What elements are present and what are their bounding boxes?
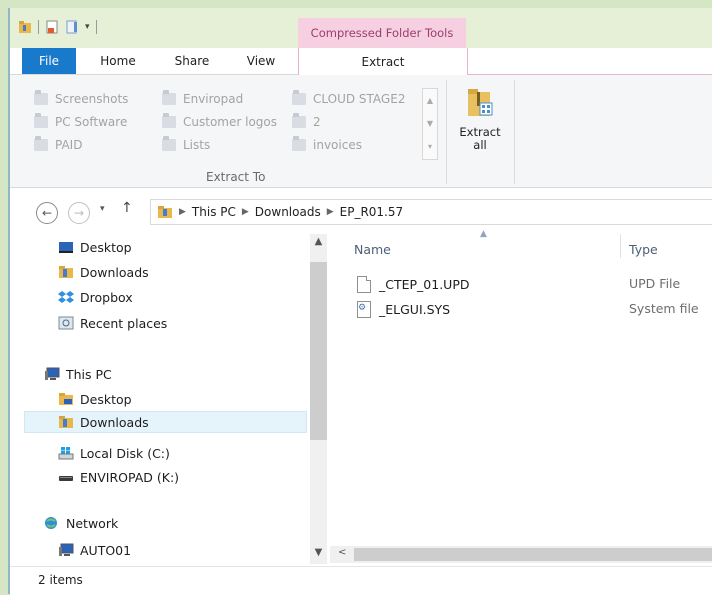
breadcrumb-chevron-icon[interactable]: ▶ (242, 207, 249, 217)
breadcrumb-chevron-icon[interactable]: ▶ (179, 207, 186, 217)
nav-item-network[interactable]: Network (44, 512, 118, 534)
destination-paid[interactable]: PAID (34, 136, 162, 154)
desktop-icon (59, 242, 73, 253)
tab-extract[interactable]: Extract (298, 48, 468, 75)
destinations-scroll[interactable]: ▲ ▼ ▾ (422, 88, 438, 160)
breadcrumb-this-pc[interactable]: This PC (192, 205, 236, 219)
customize-toolbar-dropdown-icon[interactable]: ▾ (85, 22, 90, 32)
nav-item-desktop-pc[interactable]: Desktop (58, 388, 132, 410)
folder-icon (34, 136, 48, 151)
folder-icon (162, 90, 176, 105)
arrow-left-icon: ← (41, 206, 53, 220)
nav-item-downloads-quick[interactable]: Downloads (58, 261, 149, 283)
folder-icon (162, 113, 176, 128)
file-name: _ELGUI.SYS (379, 302, 451, 317)
destination-pc-software[interactable]: PC Software (34, 113, 162, 131)
nav-item-downloads-pc[interactable]: Downloads (24, 411, 307, 433)
destination-cloud-stage2[interactable]: CLOUD STAGE2 (292, 90, 414, 108)
tab-file[interactable]: File (22, 48, 76, 74)
zip-folder-icon (468, 89, 493, 116)
dropbox-icon (58, 291, 74, 303)
folder-icon (34, 90, 48, 105)
scroll-left-arrow-icon[interactable]: < (338, 547, 346, 558)
destination-enviropad[interactable]: Enviropad (162, 90, 292, 108)
scroll-down-arrow-icon[interactable]: ▼ (310, 547, 327, 558)
quick-access-toolbar: ▾ (18, 20, 97, 34)
ribbon-group-separator (514, 80, 515, 184)
file-type: System file (629, 301, 699, 316)
recent-places-icon (58, 316, 74, 330)
new-folder-icon[interactable] (65, 20, 79, 34)
compressed-folder-tools-label: Compressed Folder Tools (298, 18, 466, 48)
column-header-name[interactable]: Name (354, 242, 391, 257)
extract-to-destinations: Screenshots Enviropad CLOUD STAGE2 PC So… (34, 90, 414, 154)
system-file-icon (357, 301, 371, 318)
nav-pane-scroll-thumb[interactable] (310, 262, 327, 440)
scroll-up-arrow-icon[interactable]: ▲ (310, 236, 327, 247)
tab-view[interactable]: View (230, 48, 292, 74)
extract-to-group-label: Extract To (206, 170, 266, 184)
file-row[interactable]: _ELGUI.SYS (357, 301, 450, 318)
file-row[interactable]: _CTEP_01.UPD (357, 276, 470, 293)
item-count: 2 items (38, 573, 83, 587)
nav-item-auto01[interactable]: AUTO01 (58, 539, 131, 561)
address-bar[interactable]: ▶ This PC ▶ Downloads ▶ EP_R01.57 (150, 199, 712, 225)
destination-invoices[interactable]: invoices (292, 136, 414, 154)
tab-home[interactable]: Home (82, 48, 154, 74)
horizontal-scroll-thumb[interactable] (354, 548, 712, 561)
nav-item-enviropad-k[interactable]: ENVIROPAD (K:) (58, 466, 179, 488)
network-icon (45, 517, 57, 529)
nav-item-recent-places[interactable]: Recent places (58, 312, 167, 334)
toolbar-separator (38, 20, 39, 34)
sort-ascending-icon: ▲ (480, 229, 487, 239)
desktop-folder-icon (59, 393, 73, 405)
downloads-folder-icon (158, 206, 172, 218)
destination-screenshots[interactable]: Screenshots (34, 90, 162, 108)
destination-customer-logos[interactable]: Customer logos (162, 113, 292, 131)
document-icon (357, 276, 371, 293)
downloads-folder-icon (59, 416, 73, 428)
destination-lists[interactable]: Lists (162, 136, 292, 154)
folder-app-icon (19, 21, 31, 33)
file-name: _CTEP_01.UPD (379, 277, 470, 292)
removable-drive-icon (59, 476, 73, 481)
computer-icon (59, 543, 74, 556)
properties-icon[interactable] (45, 20, 59, 34)
windows-drive-icon (58, 447, 74, 460)
breadcrumb-chevron-icon[interactable]: ▶ (327, 207, 334, 217)
folder-icon (162, 136, 176, 151)
extract-all-button[interactable]: Extract all (451, 86, 509, 152)
destination-2[interactable]: 2 (292, 113, 414, 131)
computer-icon (45, 367, 60, 380)
ribbon-group-separator (446, 80, 447, 184)
nav-item-this-pc[interactable]: This PC (44, 363, 112, 385)
column-divider[interactable] (620, 234, 621, 258)
arrow-right-icon: → (73, 206, 85, 220)
folder-icon (292, 136, 306, 151)
forward-button[interactable]: → (68, 202, 90, 224)
up-arrow-icon[interactable]: ↑ (121, 200, 133, 216)
recent-locations-dropdown-icon[interactable]: ▾ (100, 204, 105, 214)
downloads-folder-icon (59, 266, 73, 278)
status-bar (10, 566, 712, 595)
column-header-type[interactable]: Type (629, 242, 658, 257)
toolbar-separator (95, 20, 97, 34)
nav-item-local-disk-c[interactable]: Local Disk (C:) (58, 442, 170, 464)
nav-item-desktop-quick[interactable]: Desktop (58, 236, 132, 258)
file-type: UPD File (629, 276, 681, 291)
breadcrumb-downloads[interactable]: Downloads (255, 205, 321, 219)
folder-icon (292, 113, 306, 128)
breadcrumb-ep-r01-57[interactable]: EP_R01.57 (340, 205, 404, 219)
back-button[interactable]: ← (36, 202, 58, 224)
folder-icon (292, 90, 306, 105)
nav-item-dropbox[interactable]: Dropbox (58, 286, 133, 308)
folder-icon (34, 113, 48, 128)
tab-share[interactable]: Share (162, 48, 222, 74)
